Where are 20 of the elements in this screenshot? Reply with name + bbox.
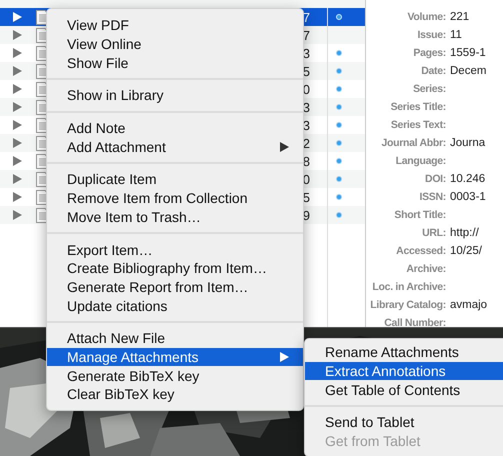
field-label: Series Title: — [390, 101, 446, 113]
field-label: Pages: — [412, 47, 446, 59]
field-label: Issue: — [416, 29, 446, 41]
field-label: Volume: — [406, 11, 446, 23]
field-label: ISSN: — [418, 191, 446, 203]
field-label: DOI: — [424, 173, 446, 185]
field-label: Archive: — [405, 263, 446, 275]
field-label: Date: — [420, 65, 446, 77]
field-label: Journal Abbr: — [380, 137, 446, 149]
field-label: Series: — [412, 83, 446, 95]
field-label: Short Title: — [393, 209, 446, 221]
field-label: Accessed: — [395, 245, 446, 257]
field-label: Series Text: — [390, 119, 446, 131]
field-label: Library Catalog: — [369, 299, 446, 311]
table-cell-text: 7 — [302, 10, 311, 24]
field-label: Call Number: — [383, 317, 446, 327]
field-label: URL: — [421, 227, 446, 239]
field-label: Language: — [394, 155, 446, 167]
field-label: Loc. in Archive: — [371, 281, 446, 293]
table-cell-text: 7 — [302, 28, 311, 42]
